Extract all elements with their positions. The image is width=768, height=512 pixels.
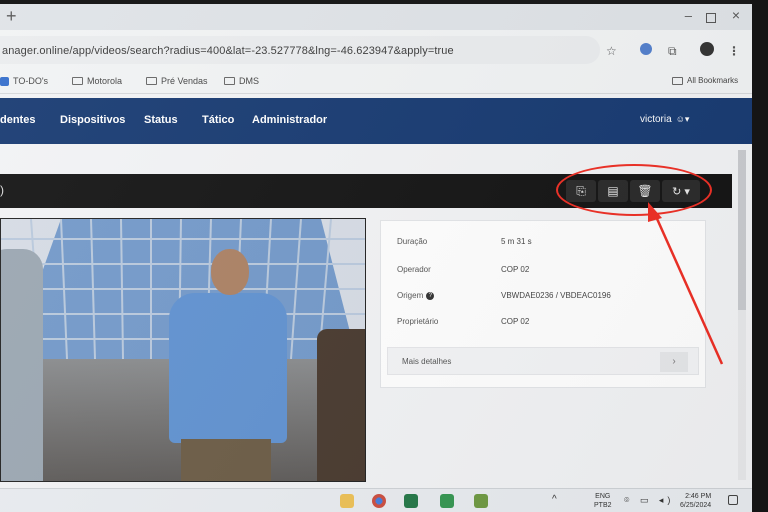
close-window-button[interactable]: × — [732, 7, 740, 23]
new-tab-button[interactable]: + — [6, 6, 17, 27]
bookmark-label: Pré Vendas — [161, 76, 208, 86]
clock-time: 2:46 PM — [685, 493, 712, 500]
system-tray-icons[interactable]: ⌾ ▭ ◂) — [624, 495, 674, 506]
annotation-ellipse — [556, 164, 712, 216]
star-icon[interactable]: ☆ — [606, 44, 617, 58]
chevron-right-icon[interactable]: › — [660, 352, 688, 372]
header-back-mark[interactable]: ) — [0, 183, 4, 197]
language-indicator[interactable]: ENG PTB2 — [594, 492, 612, 510]
video-person-main-body — [169, 293, 287, 443]
folder-icon — [146, 77, 157, 85]
maximize-button[interactable] — [706, 13, 716, 23]
todo-icon — [0, 76, 9, 86]
extension-icon[interactable] — [640, 43, 652, 55]
profile-icon[interactable] — [700, 42, 714, 56]
clock-date: 6/25/2024 — [680, 502, 712, 509]
detail-row-proprietario: Proprietário COP 02 — [381, 309, 707, 335]
nav-item-administrador[interactable]: Administrador — [252, 114, 327, 126]
detail-row-origem: Origem? VBWDAE0236 / VBDEAC0196 — [381, 283, 707, 309]
language-code: ENG — [595, 493, 611, 500]
browser-tab-strip: + – × — [0, 4, 752, 30]
bookmark-pre-vendas[interactable]: Pré Vendas — [146, 76, 208, 86]
browser-address-row: anager.online/app/videos/search?radius=4… — [0, 30, 752, 70]
windows-taskbar: ^ ENG PTB2 ⌾ ▭ ◂) 2:46 PM 6/25/2024 — [0, 488, 752, 512]
all-bookmarks[interactable]: All Bookmarks — [672, 76, 738, 85]
chrome-icon[interactable] — [372, 494, 386, 508]
detail-value: COP 02 — [501, 317, 530, 326]
file-explorer-icon[interactable] — [340, 494, 354, 508]
detail-label: Duração — [397, 237, 428, 246]
app-navbar: dentes Dispositivos Status Tático Admini… — [0, 98, 752, 144]
more-details-bar[interactable]: Mais detalhes › — [387, 347, 699, 375]
notification-icon[interactable] — [728, 495, 738, 505]
minimize-button[interactable]: – — [685, 8, 692, 23]
bookmark-dms[interactable]: DMS — [224, 76, 259, 86]
all-bookmarks-label: All Bookmarks — [687, 76, 739, 85]
detail-row-duracao: Duração 5 m 31 s — [381, 229, 707, 255]
user-name: victoria — [640, 114, 672, 125]
scrollbar-thumb[interactable] — [738, 150, 746, 310]
bookmark-label: DMS — [239, 76, 259, 86]
bookmarks-bar: TO-DO's Motorola Pré Vendas DMS All Book… — [0, 70, 752, 94]
chevron-up-icon[interactable]: ^ — [552, 494, 557, 505]
help-icon[interactable]: ? — [426, 291, 435, 300]
video-person-left — [1, 249, 43, 481]
url-text[interactable]: anager.online/app/videos/search?radius=4… — [2, 45, 454, 57]
detail-row-operador: Operador COP 02 — [381, 257, 707, 283]
app-icon[interactable] — [474, 494, 488, 508]
keyboard-layout: PTB2 — [594, 502, 612, 509]
detail-label-wrap: Origem? — [397, 291, 435, 300]
detail-value: COP 02 — [501, 265, 530, 274]
detail-value: 5 m 31 s — [501, 237, 532, 246]
video-details-panel: Duração 5 m 31 s Operador COP 02 Origem?… — [380, 220, 706, 388]
vertical-scrollbar[interactable] — [738, 150, 746, 480]
screen: + – × anager.online/app/videos/search?ra… — [0, 4, 752, 512]
bookmark-label: Motorola — [87, 76, 123, 86]
user-icon: ☺▾ — [675, 114, 690, 124]
bookmark-todo[interactable]: TO-DO's — [0, 76, 48, 86]
taskbar-clock[interactable]: 2:46 PM 6/25/2024 — [680, 492, 711, 510]
detail-label: Origem — [397, 291, 424, 300]
bookmark-label: TO-DO's — [13, 76, 49, 86]
nav-item-tatico[interactable]: Tático — [202, 114, 234, 126]
more-details-label: Mais detalhes — [402, 357, 452, 366]
video-person-right — [317, 329, 365, 481]
video-person-main-head — [211, 249, 249, 295]
nav-item-incidentes[interactable]: dentes — [0, 114, 35, 126]
nav-item-status[interactable]: Status — [144, 114, 178, 126]
monitor-bezel-right — [750, 0, 768, 512]
detail-label: Proprietário — [397, 317, 439, 326]
detail-label: Operador — [397, 265, 431, 274]
video-person-main-legs — [181, 439, 271, 481]
folder-icon — [672, 76, 683, 85]
folder-icon — [72, 77, 83, 85]
video-player[interactable] — [0, 218, 366, 482]
app-icon[interactable] — [440, 494, 454, 508]
detail-value: VBWDAE0236 / VBDEAC0196 — [501, 291, 611, 300]
folder-icon — [224, 77, 235, 85]
user-menu[interactable]: victoria ☺▾ — [640, 114, 689, 125]
menu-dots-icon[interactable]: ⋮ — [728, 44, 740, 58]
excel-icon[interactable] — [404, 494, 418, 508]
nav-item-dispositivos[interactable]: Dispositivos — [60, 114, 125, 126]
bookmark-motorola[interactable]: Motorola — [72, 76, 122, 86]
address-bar[interactable]: anager.online/app/videos/search?radius=4… — [0, 36, 600, 64]
puzzle-icon[interactable]: ⧉ — [668, 44, 677, 59]
